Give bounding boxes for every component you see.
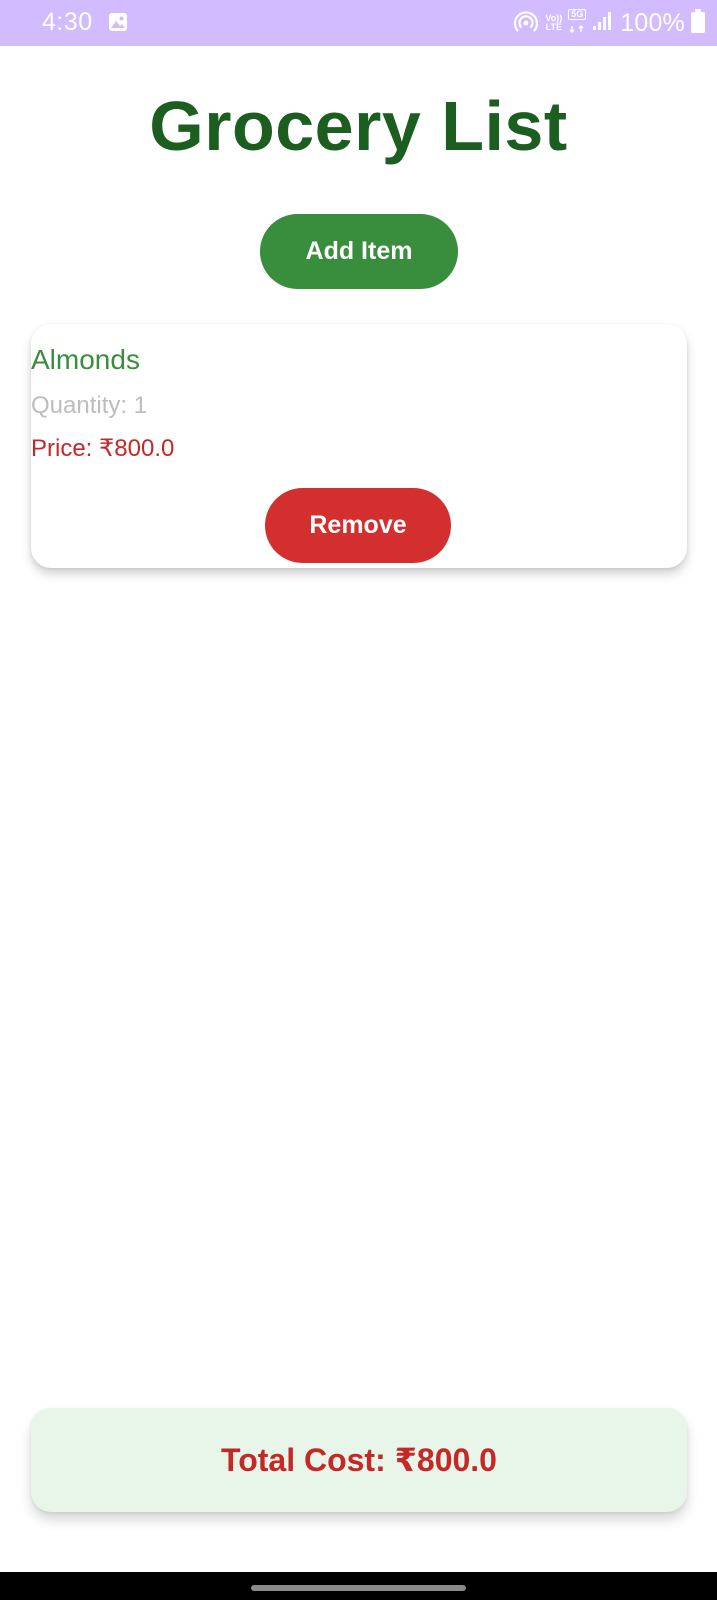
remove-item-button[interactable]: Remove bbox=[265, 488, 451, 563]
add-item-button[interactable]: Add Item bbox=[260, 214, 458, 289]
home-indicator[interactable] bbox=[251, 1585, 466, 1591]
item-quantity: Quantity: 1 bbox=[31, 392, 148, 419]
battery-percent: 100% bbox=[620, 8, 685, 37]
status-icons: Vo)) LTE 5G 100% bbox=[513, 6, 705, 40]
hotspot-icon bbox=[513, 8, 539, 39]
status-time: 4:30 bbox=[42, 8, 93, 36]
signal-icon bbox=[592, 10, 614, 37]
navigation-bar bbox=[0, 1572, 717, 1600]
gallery-icon bbox=[108, 12, 128, 32]
item-price: Price: ₹800.0 bbox=[31, 435, 175, 462]
grocery-item-card: Almonds Quantity: 1 Price: ₹800.0 Remove bbox=[31, 324, 687, 568]
total-cost-text: Total Cost: ₹800.0 bbox=[221, 1442, 497, 1478]
app-screen: 4:30 Vo)) LTE 5G 100% Grocery List Add I… bbox=[0, 0, 717, 1600]
volte-icon: Vo)) LTE bbox=[545, 13, 563, 32]
5g-icon: 5G bbox=[568, 8, 587, 38]
item-name: Almonds bbox=[31, 344, 140, 375]
status-bar: 4:30 Vo)) LTE 5G 100% bbox=[0, 0, 717, 46]
battery-icon bbox=[691, 8, 705, 38]
page-title: Grocery List bbox=[149, 87, 568, 165]
total-cost-panel: Total Cost: ₹800.0 bbox=[31, 1408, 687, 1512]
